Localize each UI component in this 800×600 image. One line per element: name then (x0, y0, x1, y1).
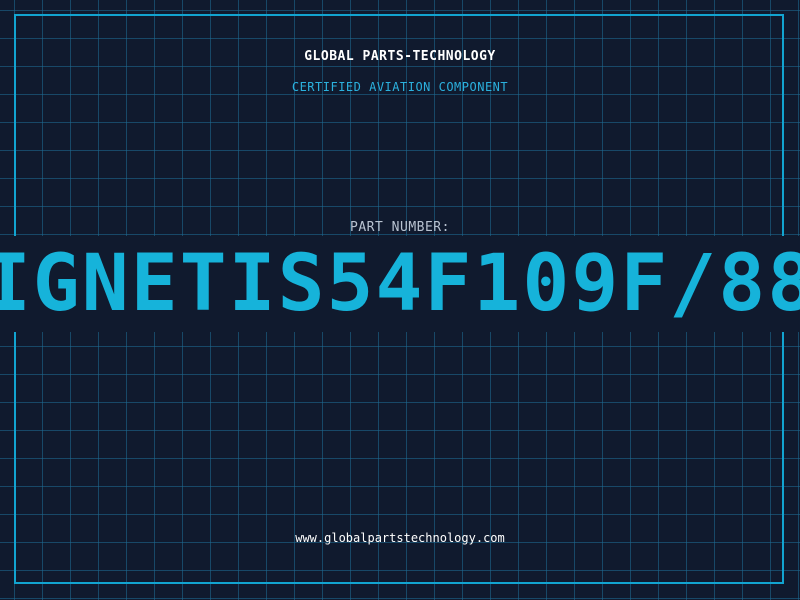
company-name: GLOBAL PARTS-TECHNOLOGY (304, 49, 496, 64)
part-number-value: SIGNETIS54F109F/883 (0, 239, 800, 329)
tagline: CERTIFIED AVIATION COMPONENT (291, 80, 509, 94)
website-url: www.globalpartstechnology.com (295, 531, 505, 545)
part-number-label: PART NUMBER: (350, 220, 450, 235)
part-card: GLOBAL PARTS-TECHNOLOGY CERTIFIED AVIATI… (0, 0, 800, 600)
